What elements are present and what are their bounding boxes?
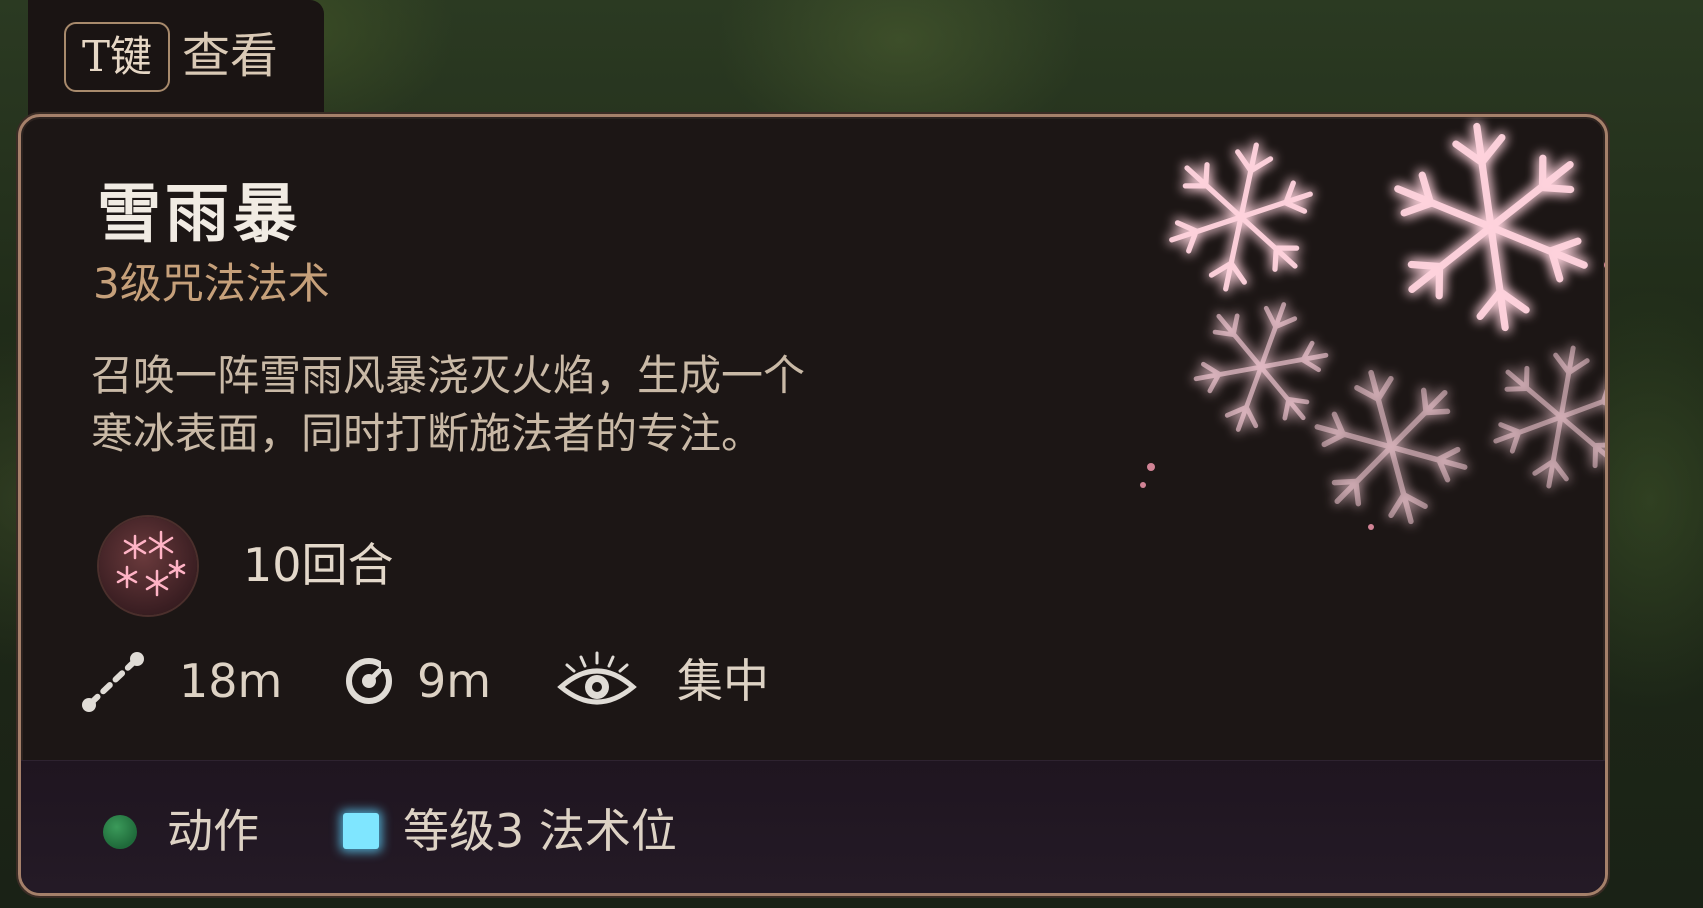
concentration-label: 集中	[677, 654, 769, 708]
description-line: 召唤一阵雪雨风暴浇灭火焰，生成一个	[91, 351, 806, 400]
spell-slot-label: 等级3 法术位	[403, 804, 677, 858]
action-label: 动作	[167, 804, 259, 858]
spell-description: 召唤一阵雪雨风暴浇灭火焰，生成一个 寒冰表面，同时打断施法者的专注。	[91, 347, 1151, 463]
eye-icon	[557, 651, 637, 705]
action-dot-icon	[103, 815, 137, 849]
spell-title: 雪雨暴	[97, 178, 301, 252]
radius-value: 9m	[417, 654, 492, 708]
range-value: 18m	[179, 654, 283, 708]
duration-value: 10回合	[243, 538, 394, 592]
spell-subtitle: 3级咒法法术	[93, 259, 330, 308]
description-line: 寒冰表面，同时打断施法者的专注。	[91, 409, 764, 458]
snowflake-icon	[1140, 117, 1605, 617]
radius-target-icon	[346, 657, 393, 704]
spell-slot-icon	[343, 813, 379, 849]
inspect-label: 查看	[182, 28, 279, 84]
spell-tooltip: 雪雨暴 3级咒法法术 召唤一阵雪雨风暴浇灭火焰，生成一个 寒冰表面，同时打断施法…	[18, 114, 1608, 896]
t-key-badge[interactable]: T键	[64, 22, 170, 92]
duration-icon	[99, 517, 197, 615]
range-line-icon	[82, 652, 144, 712]
